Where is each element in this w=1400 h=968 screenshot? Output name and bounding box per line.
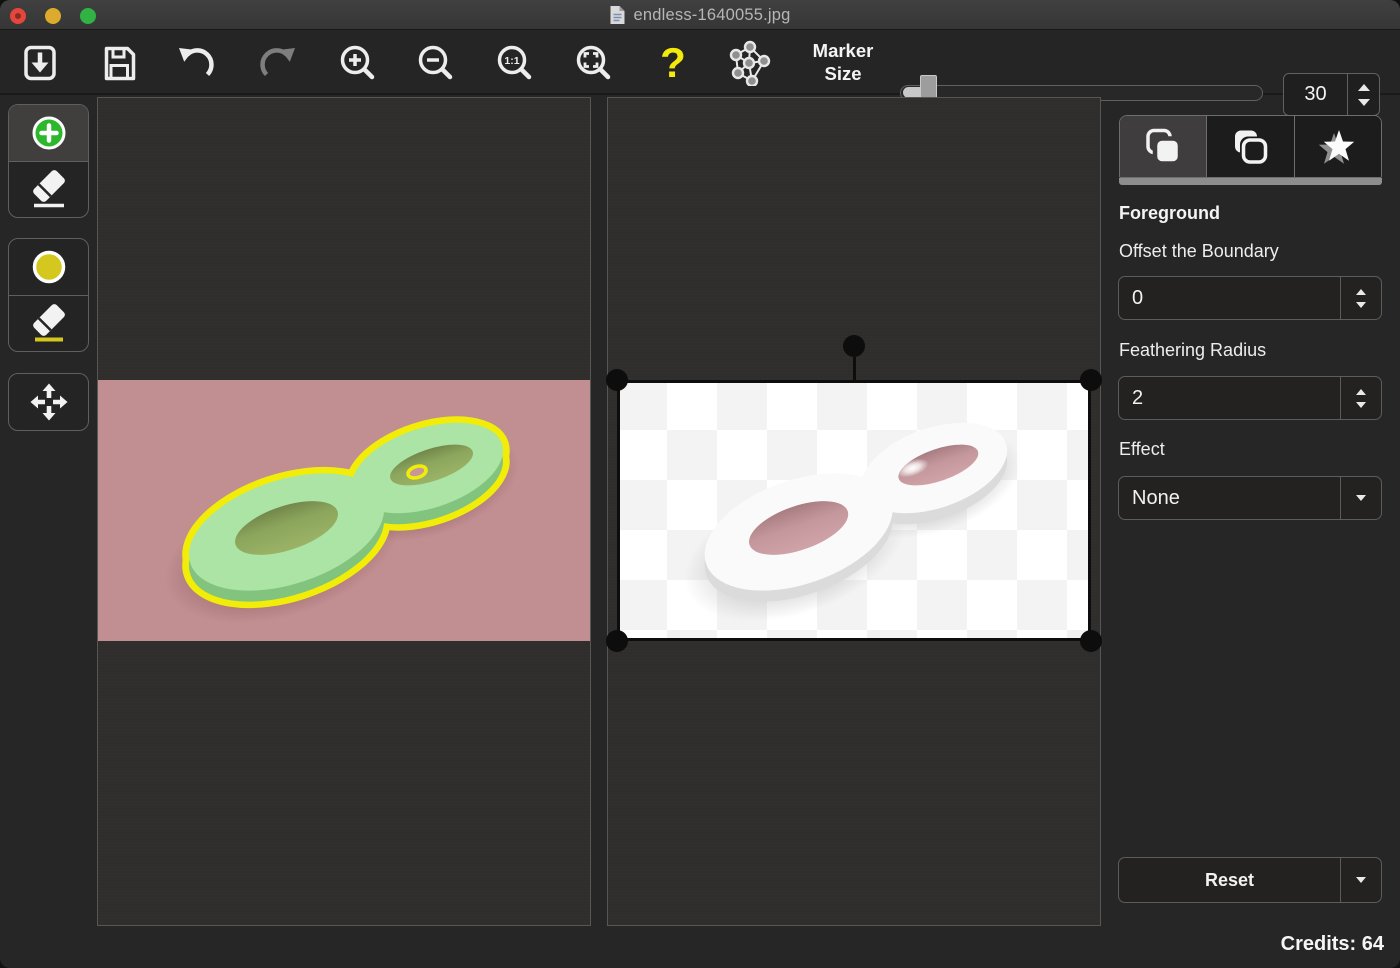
eraser-icon <box>27 168 71 212</box>
marker-size-label: Marker Size <box>798 39 888 85</box>
boundary-marker-tool[interactable] <box>9 239 88 295</box>
stepper-down-icon[interactable] <box>1358 99 1370 106</box>
toolbar: 1:1 ? <box>0 30 1400 95</box>
effect-label: Effect <box>1119 439 1165 460</box>
zoom-actual-size-button[interactable]: 1:1 <box>491 40 537 86</box>
favorites-star-icon <box>1315 125 1361 169</box>
chevron-down-icon <box>1356 495 1366 501</box>
inspector-heading: Foreground <box>1119 203 1220 224</box>
redo-icon <box>255 41 299 85</box>
undo-button[interactable] <box>174 40 220 86</box>
pan-tool-group <box>8 373 89 431</box>
green-plus-marker-icon <box>27 111 71 155</box>
feathering-radius-stepper[interactable] <box>1340 377 1381 419</box>
source-panel <box>97 97 591 926</box>
credits-counter: Credits: 64 <box>1281 933 1384 956</box>
result-image-canvas[interactable] <box>617 380 1091 641</box>
zoom-in-button[interactable] <box>334 40 380 86</box>
help-button[interactable]: ? <box>650 40 696 86</box>
boundary-tool-group <box>8 238 89 352</box>
source-infinity-graphic <box>98 380 590 641</box>
feathering-radius-value[interactable]: 2 <box>1119 377 1340 419</box>
window-title-group: endless-1640055.jpg <box>609 0 790 30</box>
save-button[interactable] <box>96 40 142 86</box>
app-window: endless-1640055.jpg <box>0 0 1400 968</box>
resize-handle-top-left[interactable] <box>606 369 628 391</box>
resize-handle-top-right[interactable] <box>1080 369 1102 391</box>
open-file-icon <box>18 41 62 85</box>
undo-icon <box>175 41 219 85</box>
minimize-button[interactable] <box>45 8 61 24</box>
foreground-layer-icon <box>1141 125 1185 169</box>
close-button[interactable] <box>10 8 26 24</box>
rotation-handle[interactable] <box>843 335 865 357</box>
result-infinity-graphic <box>617 380 1091 641</box>
offset-boundary-value[interactable]: 0 <box>1119 277 1340 319</box>
save-icon <box>97 41 141 85</box>
tab-favorites[interactable] <box>1294 116 1381 177</box>
resize-handle-bottom-right[interactable] <box>1080 630 1102 652</box>
background-layer-icon <box>1228 125 1272 169</box>
title-bar: endless-1640055.jpg <box>0 0 1400 30</box>
effect-value: None <box>1119 477 1340 519</box>
chevron-down-icon <box>1356 877 1366 883</box>
window-title: endless-1640055.jpg <box>633 6 790 25</box>
effect-dropdown[interactable]: None <box>1118 476 1382 520</box>
zoom-fit-icon <box>571 41 615 85</box>
tab-indicator-bar <box>1119 178 1382 185</box>
tab-foreground[interactable] <box>1120 116 1206 177</box>
zoom-out-icon <box>413 41 457 85</box>
stepper-up-icon[interactable] <box>1356 389 1366 395</box>
svg-text:?: ? <box>660 41 686 85</box>
offset-boundary-label: Offset the Boundary <box>1119 241 1279 262</box>
pan-move-tool[interactable] <box>9 374 88 430</box>
reset-button-group: Reset <box>1118 857 1382 903</box>
resize-handle-bottom-left[interactable] <box>606 630 628 652</box>
zoom-actual-size-icon: 1:1 <box>492 41 536 85</box>
source-image-canvas[interactable] <box>98 380 590 641</box>
yellow-circle-marker-icon <box>27 245 71 289</box>
zoom-out-button[interactable] <box>412 40 458 86</box>
rotation-handle-stem <box>853 357 856 380</box>
boundary-eraser-tool[interactable] <box>9 295 88 351</box>
foreground-eraser-tool[interactable] <box>9 161 88 217</box>
zoom-in-icon <box>335 41 379 85</box>
marker-size-value[interactable]: 30 <box>1284 74 1347 115</box>
graph-segmentation-button[interactable] <box>727 40 773 86</box>
move-arrows-icon <box>27 380 71 424</box>
eraser-yellow-icon <box>27 302 71 346</box>
redo-button[interactable] <box>254 40 300 86</box>
graph-segmentation-icon <box>727 40 773 86</box>
svg-text:1:1: 1:1 <box>504 55 519 67</box>
open-file-button[interactable] <box>17 40 63 86</box>
effect-dropdown-arrow[interactable] <box>1340 477 1381 519</box>
document-icon <box>609 5 625 25</box>
reset-button[interactable]: Reset <box>1119 858 1340 902</box>
stepper-up-icon[interactable] <box>1358 84 1370 91</box>
result-panel <box>607 97 1101 926</box>
tab-background[interactable] <box>1206 116 1293 177</box>
offset-boundary-stepper[interactable] <box>1340 277 1381 319</box>
zoom-fit-button[interactable] <box>570 40 616 86</box>
stepper-up-icon[interactable] <box>1356 289 1366 295</box>
feathering-radius-label: Feathering Radius <box>1119 340 1266 361</box>
foreground-marker-tool[interactable] <box>9 105 88 161</box>
foreground-tool-group <box>8 104 89 218</box>
help-icon: ? <box>651 41 695 85</box>
feathering-radius-field: 2 <box>1118 376 1382 420</box>
stepper-down-icon[interactable] <box>1356 302 1366 308</box>
marker-size-input-group: 30 <box>1283 73 1380 116</box>
zoom-window-button[interactable] <box>80 8 96 24</box>
marker-size-stepper[interactable] <box>1347 74 1379 115</box>
reset-dropdown-arrow[interactable] <box>1340 858 1381 902</box>
layer-tab-bar <box>1119 115 1382 178</box>
stepper-down-icon[interactable] <box>1356 402 1366 408</box>
offset-boundary-field: 0 <box>1118 276 1382 320</box>
